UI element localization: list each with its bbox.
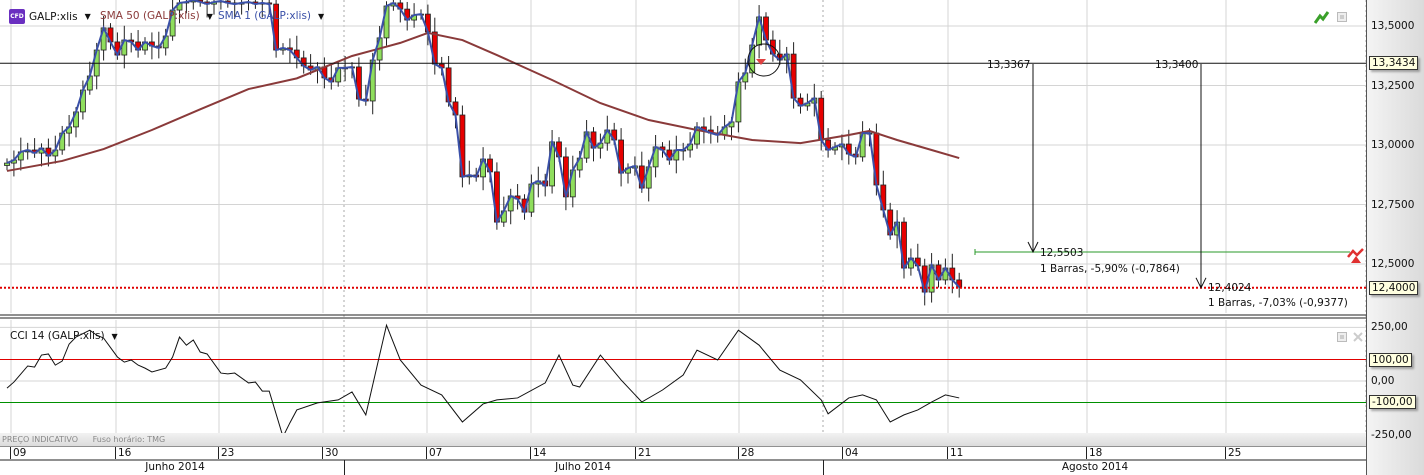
month-label: Julho 2014 <box>555 461 611 473</box>
date-tick-label: 14 <box>530 447 546 459</box>
date-tick-label: 04 <box>842 447 858 459</box>
cci-upper-tag: 100,00 <box>1369 352 1412 367</box>
date-tick-label: 07 <box>426 447 442 459</box>
cci-lower-tag: -100,00 <box>1369 395 1416 410</box>
sma1-line <box>6 0 960 297</box>
date-tick-label: 25 <box>1225 447 1241 459</box>
month-divider <box>344 460 345 475</box>
timezone-label: Fuso horário: TMG <box>92 435 166 444</box>
chevron-down-icon[interactable]: ▼ <box>112 332 118 341</box>
cci-legend[interactable]: CCI 14 (GALP:xlis) ▼ <box>10 330 118 342</box>
price-alert-icon[interactable] <box>1347 246 1365 264</box>
date-tick-label: 11 <box>947 447 963 459</box>
arrow1-to-label: 12,5503 <box>1040 247 1084 259</box>
cci-tick-label: -250,00 <box>1371 428 1412 441</box>
chevron-down-icon[interactable]: ▼ <box>85 12 91 21</box>
month-label: Junho 2014 <box>145 461 205 473</box>
cci-label: CCI 14 (GALP:xlis) <box>10 330 105 342</box>
sma1-legend[interactable]: SMA 1 (GALP:xlis) ▼ <box>218 10 324 22</box>
maximize-panel-icon[interactable] <box>1337 12 1347 22</box>
date-tick-label: 09 <box>10 447 26 459</box>
month-divider <box>823 460 824 475</box>
arrow2-to-label: 12,4024 <box>1208 282 1252 294</box>
last-price-tag: 12,4000 <box>1369 280 1419 295</box>
maximize-panel-icon[interactable] <box>1337 332 1347 342</box>
price-tick-label: 13,5000 <box>1371 20 1415 32</box>
price-marks <box>4 0 963 306</box>
date-tick-label: 21 <box>635 447 651 459</box>
indicative-price-label: PREÇO INDICATIVO <box>2 435 79 444</box>
cci-tick-label: 0,00 <box>1371 375 1395 387</box>
arrow1-stats: 1 Barras, -5,90% (-0,7864) <box>1040 263 1180 275</box>
sma50-legend[interactable]: SMA 50 (GALP:xlis) ▼ <box>100 10 213 22</box>
sma1-label: SMA 1 (GALP:xlis) <box>218 10 312 22</box>
date-tick-label: 23 <box>218 447 234 459</box>
price-tick-label: 12,5000 <box>1371 258 1415 270</box>
date-tick-label: 28 <box>738 447 754 459</box>
candle-up <box>4 162 10 166</box>
sma50-label: SMA 50 (GALP:xlis) <box>100 10 200 22</box>
month-label: Agosto 2014 <box>1061 461 1129 473</box>
chevron-down-icon[interactable]: ▼ <box>207 12 213 21</box>
date-tick-label: 18 <box>1086 447 1102 459</box>
date-tick-label: 16 <box>115 447 131 459</box>
arrow1-from-label: 13,3367 <box>987 59 1031 71</box>
cfd-icon: CFD <box>9 9 25 24</box>
arrow2-from-label: 13,3400 <box>1155 59 1199 71</box>
cci-tick-label: 250,00 <box>1371 321 1408 334</box>
instrument-legend[interactable]: CFD GALP:xlis ▼ <box>9 9 91 24</box>
arrow2-stats: 1 Barras, -7,03% (-0,9377) <box>1208 297 1348 309</box>
sell-signal-icon <box>756 59 766 65</box>
chart-footer: PREÇO INDICATIVO Fuso horário: TMG <box>0 433 1366 446</box>
date-tick-label: 30 <box>322 447 338 459</box>
chart-canvas[interactable] <box>0 0 1366 475</box>
hline-price-tag: 13,3434 <box>1369 56 1419 71</box>
annotations-layer <box>0 43 1366 289</box>
close-panel-icon[interactable] <box>1353 332 1363 342</box>
chevron-down-icon[interactable]: ▼ <box>318 12 324 21</box>
price-tick-label: 13,0000 <box>1371 139 1415 151</box>
trend-up-icon[interactable] <box>1314 10 1330 24</box>
instrument-name: GALP:xlis <box>29 10 78 23</box>
price-tick-label: 12,7500 <box>1371 198 1415 211</box>
price-tick-label: 13,2500 <box>1371 79 1415 92</box>
